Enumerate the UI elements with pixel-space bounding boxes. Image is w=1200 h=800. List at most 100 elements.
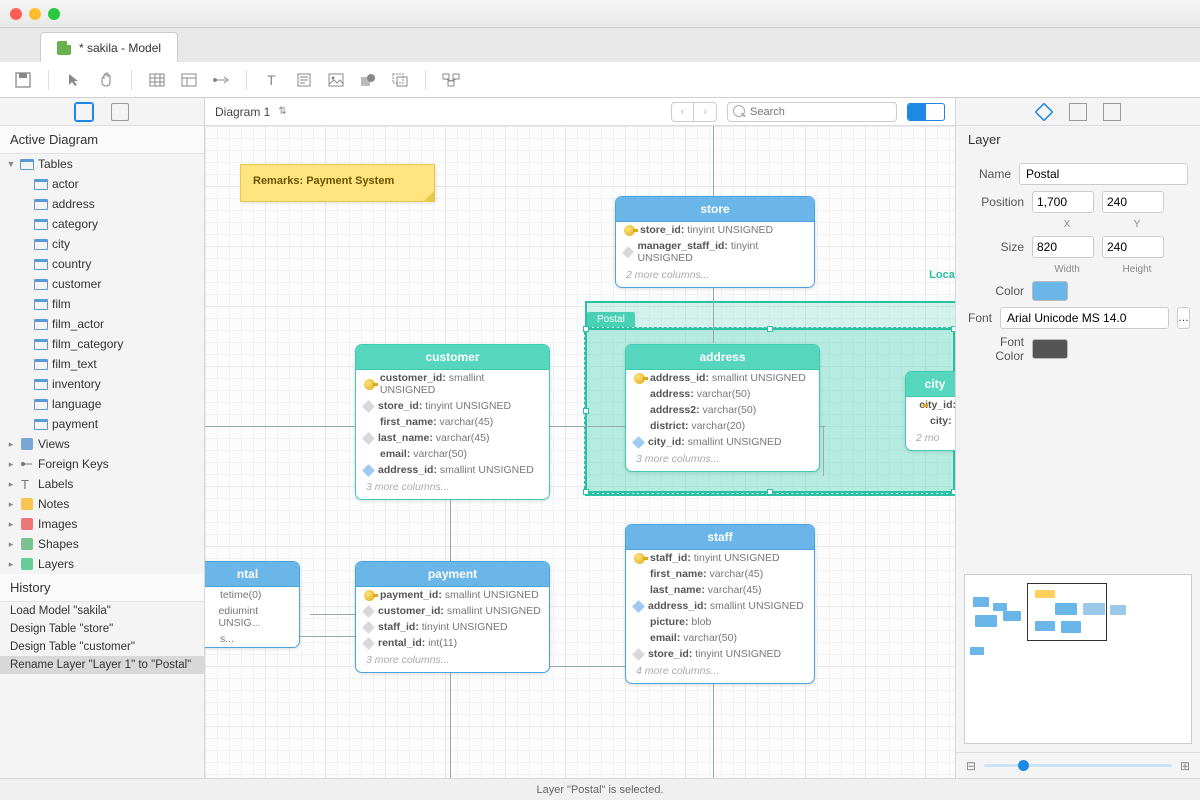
resize-handle[interactable] — [583, 489, 589, 495]
size-height-input[interactable] — [1102, 236, 1164, 258]
zoom-in-icon[interactable]: ⊞ — [1180, 759, 1190, 773]
color-swatch[interactable] — [1032, 281, 1068, 301]
tree-item-label: category — [52, 217, 98, 231]
tree-table-payment[interactable]: payment — [0, 414, 204, 434]
new-view-icon[interactable] — [178, 69, 200, 91]
tree-table-actor[interactable]: actor — [0, 174, 204, 194]
history-item[interactable]: Design Table "store" — [0, 620, 204, 638]
entity-more-columns[interactable]: 3 more columns... — [356, 651, 549, 672]
sidebar-tab-catalog-icon[interactable] — [111, 103, 129, 121]
new-table-icon[interactable] — [146, 69, 168, 91]
tree-table-film_category[interactable]: film_category — [0, 334, 204, 354]
minimap[interactable] — [964, 574, 1192, 744]
diagram-selector[interactable]: Diagram 1 ⇅ — [215, 105, 287, 119]
tree-table-country[interactable]: country — [0, 254, 204, 274]
minimap-viewport[interactable] — [1027, 583, 1107, 641]
tree-group-fk[interactable]: ▸Foreign Keys — [0, 454, 204, 474]
entity-staff[interactable]: staffstaff_id: tinyint UNSIGNEDfirst_nam… — [625, 524, 815, 684]
position-y-input[interactable] — [1102, 191, 1164, 213]
document-tab[interactable]: * sakila - Model — [40, 32, 178, 62]
tree-group-views[interactable]: ▸Views — [0, 434, 204, 454]
tree-group-notes[interactable]: ▸Notes — [0, 494, 204, 514]
position-x-input[interactable] — [1032, 191, 1094, 213]
history-item[interactable]: Rename Layer "Layer 1" to "Postal" — [0, 656, 204, 674]
tree-table-customer[interactable]: customer — [0, 274, 204, 294]
view-mode-diagram-icon[interactable] — [908, 104, 926, 120]
tree-table-address[interactable]: address — [0, 194, 204, 214]
layer-name-input[interactable] — [1019, 163, 1188, 185]
layer-location-label: Location — [929, 269, 955, 281]
nav-back-icon[interactable]: ‹ — [672, 103, 694, 121]
resize-handle[interactable] — [767, 489, 773, 495]
tree-table-city[interactable]: city — [0, 234, 204, 254]
tree-item-label: customer — [52, 277, 101, 291]
size-width-input[interactable] — [1032, 236, 1094, 258]
entity-more-columns[interactable]: 4 more columns... — [626, 662, 814, 683]
view-mode-list-icon[interactable] — [926, 104, 944, 120]
tree-group-images[interactable]: ▸Images — [0, 514, 204, 534]
nav-back-forward[interactable]: ‹ › — [671, 102, 717, 122]
tree-table-film_text[interactable]: film_text — [0, 354, 204, 374]
search-input[interactable] — [727, 102, 897, 122]
resize-handle[interactable] — [951, 326, 955, 332]
zoom-slider[interactable] — [984, 764, 1172, 767]
new-foreignkey-icon[interactable] — [210, 69, 232, 91]
entity-more-columns[interactable]: 2 more columns... — [616, 266, 814, 287]
inspector-tab-properties-icon[interactable] — [1035, 103, 1053, 121]
tree-table-category[interactable]: category — [0, 214, 204, 234]
history-item[interactable]: Design Table "customer" — [0, 638, 204, 656]
text-tool-icon[interactable]: T — [261, 69, 283, 91]
entity-city[interactable]: citycity_id: city: 2 mo — [905, 371, 955, 451]
history-item[interactable]: Load Model "sakila" — [0, 602, 204, 620]
resize-handle[interactable] — [951, 489, 955, 495]
save-button[interactable] — [12, 69, 34, 91]
tree-table-language[interactable]: language — [0, 394, 204, 414]
nav-forward-icon[interactable]: › — [694, 103, 716, 121]
inspector-tab-other-icon[interactable] — [1103, 103, 1121, 121]
fontcolor-swatch[interactable] — [1032, 339, 1068, 359]
column-icon — [362, 432, 375, 445]
minimize-window-icon[interactable] — [29, 8, 41, 20]
sidebar-tab-model-icon[interactable] — [75, 103, 93, 121]
resize-handle[interactable] — [767, 326, 773, 332]
entity-column: rental_id: int(11) — [356, 635, 549, 651]
entity-rental[interactable]: ntal tetime(0) ediumint UNSIG... s... — [205, 561, 300, 648]
note-tool-icon[interactable] — [293, 69, 315, 91]
font-picker-button[interactable]: … — [1177, 307, 1190, 329]
diagram-canvas[interactable]: Remarks: Payment System Location Postal — [205, 126, 955, 778]
status-bar: Layer "Postal" is selected. — [0, 778, 1200, 800]
canvas-note[interactable]: Remarks: Payment System — [240, 164, 435, 202]
entity-more-columns[interactable]: 3 more columns... — [356, 478, 549, 499]
resize-handle[interactable] — [583, 326, 589, 332]
entity-more-columns[interactable]: 2 mo — [906, 429, 955, 450]
tree-table-inventory[interactable]: inventory — [0, 374, 204, 394]
entity-store[interactable]: storestore_id: tinyint UNSIGNEDmanager_s… — [615, 196, 815, 288]
zoom-window-icon[interactable] — [48, 8, 60, 20]
tree-group-layers[interactable]: ▸Layers — [0, 554, 204, 574]
entity-customer[interactable]: customercustomer_id: smallint UNSIGNEDst… — [355, 344, 550, 500]
entity-payment[interactable]: paymentpayment_id: smallint UNSIGNEDcust… — [355, 561, 550, 673]
tree-tables-group[interactable]: ▼ Tables — [0, 154, 204, 174]
tree-table-film[interactable]: film — [0, 294, 204, 314]
font-input[interactable] — [1000, 307, 1169, 329]
image-tool-icon[interactable] — [325, 69, 347, 91]
resize-handle[interactable] — [583, 408, 589, 414]
entity-more-columns[interactable]: 3 more columns... — [626, 450, 819, 471]
hand-tool-icon[interactable] — [95, 69, 117, 91]
entity-address[interactable]: addressaddress_id: smallint UNSIGNEDaddr… — [625, 344, 820, 472]
tree-group-shapes[interactable]: ▸Shapes — [0, 534, 204, 554]
inspector-tab-style-icon[interactable] — [1069, 103, 1087, 121]
zoom-out-icon[interactable]: ⊟ — [966, 759, 976, 773]
entity-column: store_id: tinyint UNSIGNED — [626, 646, 814, 662]
shape-tool-icon[interactable] — [357, 69, 379, 91]
view-mode-toggle[interactable] — [907, 103, 945, 121]
model-tree: ▼ Tables actoraddress category citycountry… — [0, 154, 204, 574]
auto-layout-icon[interactable] — [440, 69, 462, 91]
close-window-icon[interactable] — [10, 8, 22, 20]
tree-group-labels[interactable]: ▸TLabels — [0, 474, 204, 494]
tree-table-film_actor[interactable]: film_actor — [0, 314, 204, 334]
zoom-thumb[interactable] — [1018, 760, 1029, 771]
entity-column: last_name: varchar(45) — [626, 582, 814, 598]
pointer-tool-icon[interactable] — [63, 69, 85, 91]
layer-tool-icon[interactable] — [389, 69, 411, 91]
